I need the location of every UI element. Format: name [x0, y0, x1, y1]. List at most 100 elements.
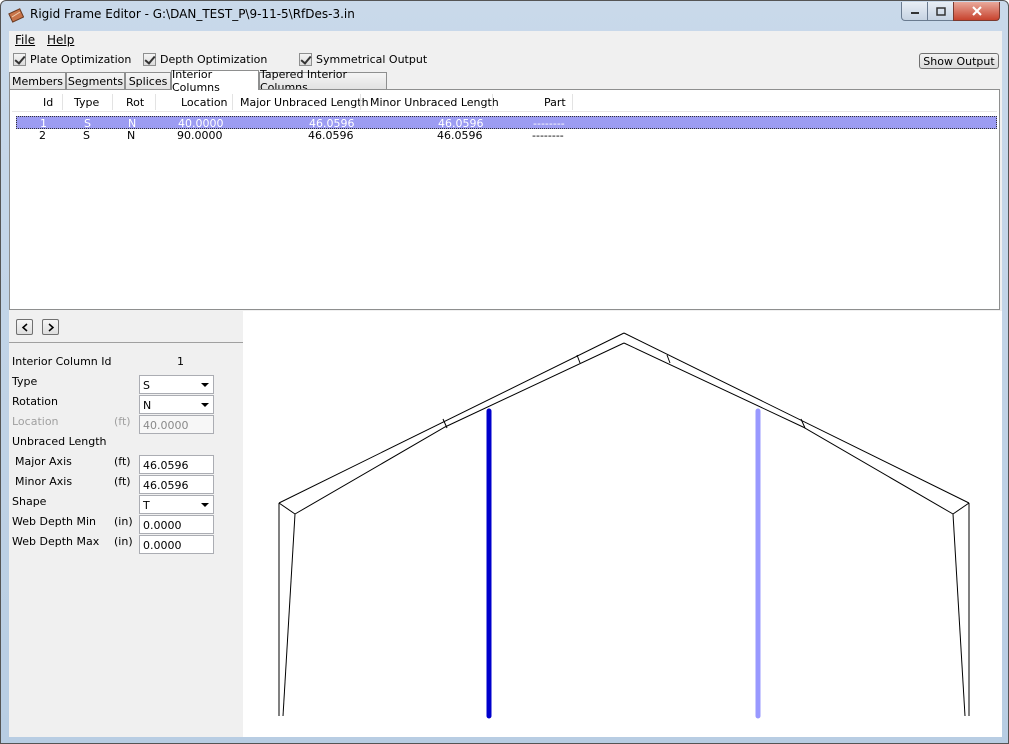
close-button[interactable]	[953, 2, 1000, 21]
column-header-id[interactable]: Id	[43, 96, 53, 109]
column-divider	[62, 94, 63, 110]
list-header: Id Type Rot Location Major Unbraced Leng…	[12, 92, 997, 112]
options-bar: Plate Optimization Depth Optimization Sy…	[9, 51, 1002, 71]
chevron-left-icon	[21, 322, 27, 332]
location-label: Location	[12, 415, 59, 428]
menu-file[interactable]: File	[15, 33, 35, 47]
checkbox-checked-icon	[299, 53, 312, 66]
tab-members[interactable]: Members	[9, 72, 66, 89]
depth-optimization-label: Depth Optimization	[160, 53, 268, 66]
table-row[interactable]: 2 S N 90.0000 46.0596 46.0596 --------	[16, 129, 997, 142]
maximize-icon	[935, 6, 946, 16]
checkbox-checked-icon	[143, 53, 156, 66]
minor-axis-field[interactable]: 46.0596	[139, 475, 214, 494]
column-header-location[interactable]: Location	[181, 96, 228, 109]
column-header-rot[interactable]: Rot	[126, 96, 144, 109]
chevron-down-icon	[201, 503, 209, 507]
location-field: 40.0000	[139, 415, 214, 434]
left-rafter-bottom	[294, 342, 625, 515]
app-icon	[8, 8, 24, 23]
plate-optimization-label: Plate Optimization	[30, 53, 132, 66]
column-divider	[232, 94, 233, 110]
left-column-inner	[282, 513, 296, 717]
column-header-major-unbraced-length[interactable]: Major Unbraced Length	[240, 96, 369, 109]
interior-column-id-value: 1	[177, 355, 184, 368]
location-unit: (ft)	[114, 415, 131, 428]
rigid-frame-drawing	[278, 332, 970, 719]
web-depth-min-value: 0.0000	[143, 519, 182, 532]
shape-value: T	[143, 499, 150, 512]
web-depth-min-label: Web Depth Min	[12, 515, 96, 528]
right-column-inner	[952, 513, 966, 717]
rotation-dropdown[interactable]: N	[139, 395, 214, 414]
column-divider	[572, 94, 573, 110]
web-depth-max-field[interactable]: 0.0000	[139, 535, 214, 554]
client-area: File Help Plate Optimization Depth Optim…	[9, 31, 1002, 737]
web-depth-max-value: 0.0000	[143, 539, 182, 552]
type-dropdown[interactable]: S	[139, 375, 214, 394]
shape-dropdown[interactable]: T	[139, 495, 214, 514]
checkbox-checked-icon	[13, 53, 26, 66]
left-knee-cap	[278, 502, 296, 515]
maximize-button[interactable]	[927, 2, 954, 21]
row-part: --------	[532, 129, 564, 142]
minimize-icon	[910, 12, 919, 14]
row-rot: N	[127, 129, 136, 142]
major-axis-value: 46.0596	[143, 459, 189, 472]
major-axis-label: Major Axis	[15, 455, 72, 468]
table-row[interactable]: 1 S N 40.0000 46.0596 46.0596 --------	[16, 116, 997, 130]
column-header-part[interactable]: Part	[544, 96, 566, 109]
row-major-unbraced-length: 46.0596	[308, 129, 354, 142]
column-divider	[492, 94, 493, 110]
rotation-label: Rotation	[12, 395, 59, 408]
unbraced-length-label: Unbraced Length	[12, 435, 107, 448]
interior-column-id-label: Interior Column Id	[12, 355, 112, 368]
menu-bar: File Help	[9, 31, 1002, 49]
web-depth-min-unit: (in)	[114, 515, 133, 528]
major-axis-unit: (ft)	[114, 455, 131, 468]
location-value: 40.0000	[143, 419, 189, 432]
right-rafter-top	[623, 332, 970, 504]
tab-tapered-interior-columns[interactable]: Tapered Interior Columns	[259, 68, 387, 94]
frame-drawing-canvas[interactable]	[243, 311, 1002, 737]
menu-help[interactable]: Help	[47, 33, 74, 47]
minimize-button[interactable]	[901, 2, 928, 21]
divider	[9, 342, 243, 343]
interior-columns-list[interactable]: Id Type Rot Location Major Unbraced Leng…	[9, 89, 1000, 310]
symmetrical-output-checkbox[interactable]: Symmetrical Output	[299, 53, 427, 66]
plate-optimization-checkbox[interactable]: Plate Optimization	[13, 53, 131, 66]
row-minor-unbraced-length: 46.0596	[437, 129, 483, 142]
window-title: Rigid Frame Editor - G:\DAN_TEST_P\9-11-…	[30, 7, 355, 21]
tab-interior-columns[interactable]: Interior Columns	[171, 68, 259, 94]
column-divider	[360, 94, 361, 110]
web-depth-min-field[interactable]: 0.0000	[139, 515, 214, 534]
rotation-value: N	[143, 399, 152, 412]
shape-label: Shape	[12, 495, 47, 508]
major-axis-field[interactable]: 46.0596	[139, 455, 214, 474]
symmetrical-output-label: Symmetrical Output	[316, 53, 428, 66]
type-label: Type	[12, 375, 38, 388]
next-button[interactable]	[42, 319, 59, 335]
title-bar[interactable]: Rigid Frame Editor - G:\DAN_TEST_P\9-11-…	[1, 1, 1008, 29]
column-header-type[interactable]: Type	[74, 96, 99, 109]
column-divider	[155, 94, 156, 110]
type-value: S	[143, 379, 150, 392]
column-header-minor-unbraced-length[interactable]: Minor Unbraced Length	[370, 96, 499, 109]
rigid-frame-outline	[278, 332, 970, 717]
web-depth-max-label: Web Depth Max	[12, 535, 100, 548]
previous-button[interactable]	[16, 319, 33, 335]
chevron-down-icon	[201, 403, 209, 407]
row-id: 2	[39, 129, 46, 142]
right-rafter-bottom	[623, 342, 954, 515]
depth-optimization-checkbox[interactable]: Depth Optimization	[143, 53, 267, 66]
close-icon	[971, 6, 982, 16]
tab-segments[interactable]: Segments	[66, 72, 125, 89]
splice-line	[666, 354, 671, 364]
column-properties-panel: Interior Column Id 1 Type S Rotation N L…	[9, 311, 243, 737]
app-window: Rigid Frame Editor - G:\DAN_TEST_P\9-11-…	[0, 0, 1009, 744]
show-output-button[interactable]: Show Output	[919, 53, 999, 69]
tab-splices[interactable]: Splices	[125, 72, 171, 89]
web-depth-max-unit: (in)	[114, 535, 133, 548]
row-location: 90.0000	[177, 129, 223, 142]
left-rafter-top	[278, 332, 625, 504]
